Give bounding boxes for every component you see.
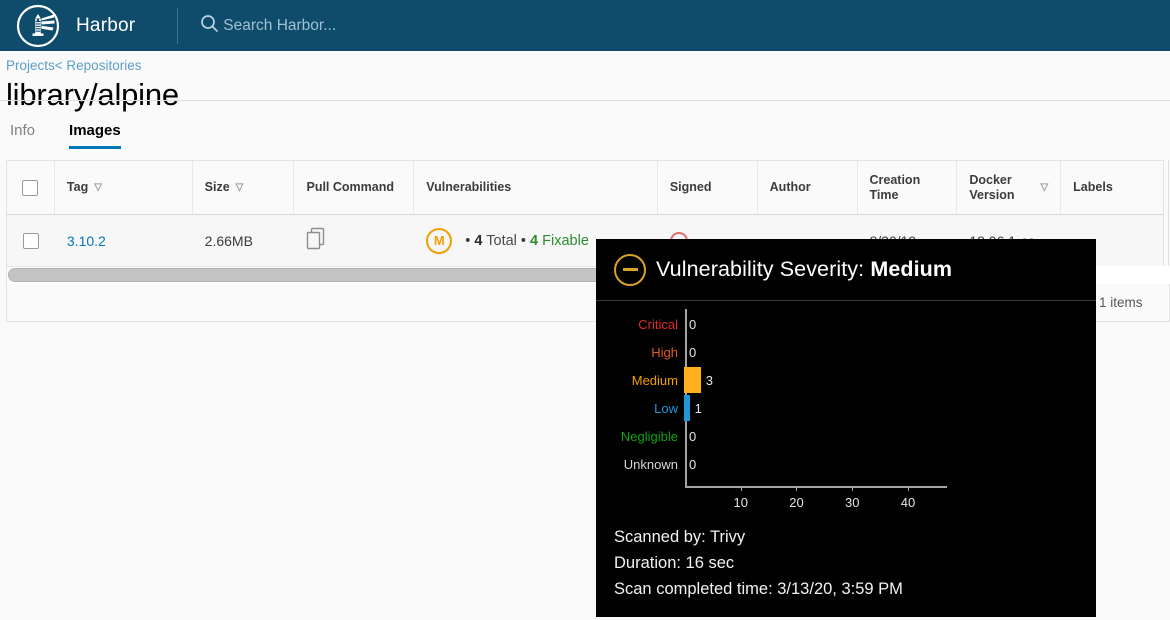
search-input[interactable] — [223, 16, 484, 35]
chart-category-label-medium: Medium — [631, 372, 678, 388]
chart-bar-low — [684, 395, 690, 421]
row-checkbox[interactable] — [22, 232, 39, 249]
chart-xticklabel-40: 40 — [900, 495, 916, 510]
table-header-row: Tag ▽ Size ▽ Pull Command Vulnerabilitie… — [7, 161, 1163, 215]
column-label-pull-command: Pull Command — [306, 180, 394, 194]
copy-icon[interactable] — [306, 227, 328, 254]
severity-medium-circle-icon — [614, 253, 646, 286]
column-label-labels: Labels — [1073, 180, 1113, 194]
column-header-creation-time[interactable]: Creation Time — [858, 161, 958, 214]
harbor-lighthouse-logo-icon[interactable] — [14, 2, 62, 50]
column-label-signed: Signed — [669, 180, 712, 194]
column-label-author: Author — [769, 180, 811, 194]
tooltip-title-prefix: Vulnerability Severity: — [656, 257, 871, 281]
duration-text: Duration: 16 sec — [614, 554, 735, 572]
vuln-fixable-count: 4 — [530, 232, 539, 249]
tooltip-title: Vulnerability Severity: Medium — [656, 257, 952, 282]
chart-value-negligible: 0 — [689, 428, 697, 444]
column-label-docker-version: Docker Version — [969, 172, 1015, 202]
footer-white-strip — [1096, 266, 1170, 284]
chart-value-unknown: 0 — [689, 456, 697, 472]
tab-info[interactable]: Info — [10, 122, 35, 149]
tab-images[interactable]: Images — [69, 122, 121, 149]
chart-category-label-critical: Critical — [638, 316, 678, 332]
vuln-total-count: 4 — [474, 232, 483, 249]
vuln-fixable-label: Fixable — [542, 232, 589, 249]
vulnerability-tooltip: Vulnerability Severity: Medium Critical 0… — [596, 239, 1096, 617]
chart-value-critical: 0 — [689, 316, 697, 332]
column-header-author[interactable]: Author — [758, 161, 858, 214]
chart-xticklabel-10: 10 — [733, 495, 748, 510]
filter-icon-tag[interactable]: ▽ — [94, 182, 102, 193]
column-label-tag: Tag — [66, 180, 89, 194]
select-all-cell[interactable] — [7, 161, 55, 214]
select-all-checkbox[interactable] — [22, 179, 39, 196]
column-label-creation-time: Creation Time — [869, 172, 921, 202]
chart-category-label-low: Low — [654, 400, 678, 416]
column-header-pull-command[interactable]: Pull Command — [294, 161, 415, 214]
chart-xticklabel-20: 20 — [789, 495, 804, 510]
top-navigation-bar: Harbor — [0, 0, 1170, 51]
scan-completed-text: Scan completed time: 3/13/20, 3:59 PM — [614, 580, 903, 598]
vuln-fixable-group: 4 Fixable — [530, 233, 589, 249]
chart-row-negligible: Negligible 0 — [596, 426, 696, 446]
severity-badge-icon: M — [426, 227, 453, 254]
column-label-vulnerabilities: Vulnerabilities — [426, 180, 512, 194]
page-title: library/alpine — [6, 77, 179, 112]
items-count: 1 items — [1096, 284, 1170, 322]
chart-row-unknown: Unknown 0 — [596, 454, 696, 474]
chart-value-high: 0 — [689, 344, 697, 360]
chart-row-critical: Critical 0 — [596, 314, 696, 334]
chart-bar-medium — [684, 367, 701, 393]
chart-xticklabel-30: 30 — [844, 495, 860, 510]
chart-xtick-30 — [852, 486, 854, 491]
column-header-labels[interactable]: Labels — [1061, 161, 1163, 214]
chart-xtick-20 — [796, 486, 798, 491]
nav-divider — [177, 7, 179, 44]
chart-category-label-negligible: Negligible — [620, 428, 678, 444]
vuln-total-label: Total — [486, 232, 517, 249]
chart-category-label-unknown: Unknown — [623, 456, 678, 472]
severity-bar-chart: Critical 0 High 0 Medium 3 Low 1 Negligible 0 Unkn… — [596, 301, 1096, 516]
column-header-tag[interactable]: Tag ▽ — [55, 161, 193, 214]
tooltip-title-value: Medium — [870, 257, 953, 281]
chart-xtick-40 — [907, 486, 909, 491]
bullet-fixable: • — [520, 232, 526, 249]
chart-row-medium: Medium 3 — [596, 367, 713, 393]
cell-pull-command[interactable] — [294, 215, 414, 266]
cell-tag: 3.10.2 — [55, 215, 193, 266]
search-container[interactable] — [200, 14, 484, 38]
chart-value-low: 1 — [694, 400, 702, 416]
filter-icon-size[interactable]: ▽ — [236, 182, 244, 193]
chart-row-low: Low 1 — [596, 395, 702, 421]
bullet-total: • — [465, 232, 471, 249]
breadcrumb-projects[interactable]: Projects< — [6, 58, 63, 73]
brand-title: Harbor — [76, 14, 136, 36]
column-label-size: Size — [204, 180, 230, 194]
scanned-by-text: Scanned by: Trivy — [614, 528, 746, 546]
breadcrumb: Projects< Repositories — [0, 51, 1170, 75]
tooltip-footer: Scanned by: Trivy Duration: 16 sec Scan … — [596, 516, 1096, 602]
tab-underline-divider — [0, 100, 1170, 101]
tooltip-header: Vulnerability Severity: Medium — [596, 239, 1096, 301]
chart-value-medium: 3 — [705, 372, 713, 388]
chart-category-label-high: High — [651, 344, 678, 360]
filter-icon-docker-version[interactable]: ▽ — [1040, 182, 1048, 193]
tag-link[interactable]: 3.10.2 — [67, 233, 106, 249]
breadcrumb-repositories[interactable]: Repositories — [66, 58, 141, 73]
column-header-size[interactable]: Size ▽ — [193, 161, 295, 214]
tab-bar: Info Images — [0, 114, 1170, 149]
cell-size: 2.66MB — [204, 232, 253, 249]
chart-xtick-10 — [740, 486, 742, 491]
column-header-signed[interactable]: Signed — [658, 161, 758, 214]
column-header-vulnerabilities[interactable]: Vulnerabilities — [414, 161, 658, 214]
column-header-docker-version[interactable]: Docker Version ▽ — [957, 161, 1062, 214]
app-root: Harbor Projects< Repositories library/al… — [0, 0, 1170, 620]
chart-row-high: High 0 — [596, 342, 696, 362]
vulnerability-summary: • 4 Total • 4 Fixable — [465, 233, 589, 249]
search-icon — [200, 14, 219, 38]
row-select-cell[interactable] — [7, 215, 55, 266]
